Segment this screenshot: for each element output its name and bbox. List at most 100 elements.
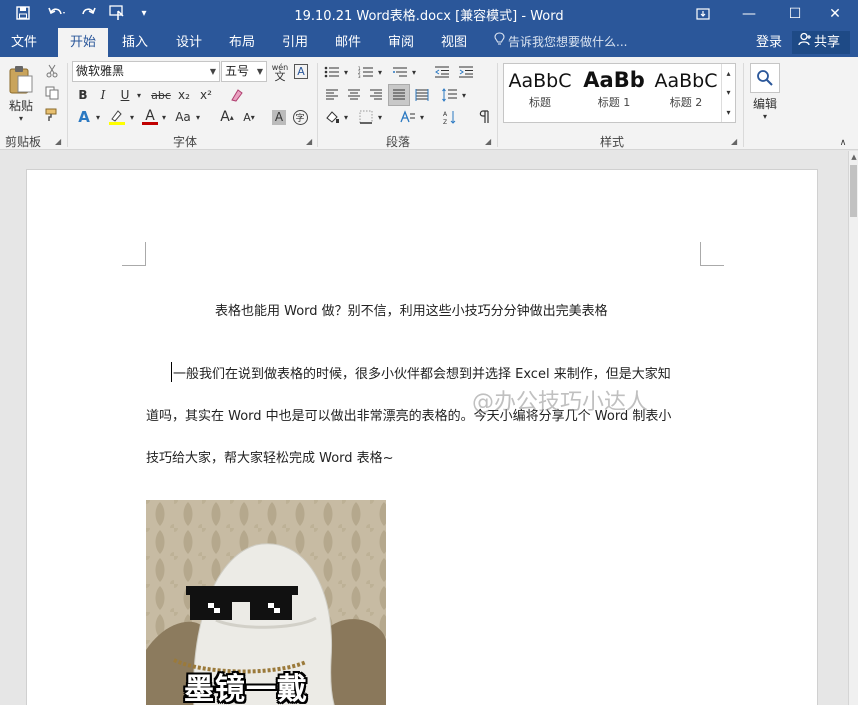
line-spacing-icon[interactable] xyxy=(440,85,460,105)
superscript-button[interactable]: x² xyxy=(196,85,216,105)
increase-indent-icon[interactable] xyxy=(456,63,476,81)
borders-dropdown-icon[interactable]: ▾ xyxy=(376,107,384,127)
redo-icon[interactable] xyxy=(78,2,100,24)
tab-design[interactable]: 设计 xyxy=(166,28,212,57)
bold-button[interactable]: B xyxy=(74,85,92,105)
character-shading-button[interactable]: A xyxy=(270,107,288,127)
bullets-icon[interactable] xyxy=(322,63,342,81)
scrollbar-thumb[interactable] xyxy=(850,165,857,217)
multilevel-list-icon[interactable] xyxy=(390,63,410,81)
highlight-color-icon[interactable] xyxy=(106,107,128,127)
touch-mode-icon[interactable] xyxy=(106,2,130,24)
login-link[interactable]: 登录 xyxy=(756,28,782,57)
font-group-label: 字体 xyxy=(173,135,198,149)
font-color-dropdown-icon[interactable]: ▾ xyxy=(160,107,168,127)
text-effects-icon[interactable]: A xyxy=(74,107,94,127)
font-color-bar xyxy=(142,121,158,125)
document-page[interactable]: 表格也能用 Word 做？别不信，利用这些小技巧分分钟做出完美表格 一般我们在说… xyxy=(26,169,818,705)
paragraph-launcher-icon[interactable]: ◢ xyxy=(485,137,491,146)
cut-icon[interactable] xyxy=(42,62,62,80)
paste-dropdown-icon[interactable]: ▾ xyxy=(15,113,27,123)
shading-dropdown-icon[interactable]: ▾ xyxy=(342,107,350,127)
italic-button[interactable]: I xyxy=(94,85,112,105)
justify-icon[interactable] xyxy=(388,84,410,106)
undo-icon[interactable] xyxy=(42,2,72,24)
style-heading-1[interactable]: AaBb 标题 1 xyxy=(578,64,650,122)
underline-dropdown-icon[interactable]: ▾ xyxy=(134,85,144,105)
tab-references[interactable]: 引用 xyxy=(272,28,318,57)
distributed-icon[interactable] xyxy=(412,85,432,105)
font-name-combo[interactable]: 微软雅黑 ▼ xyxy=(72,61,220,82)
font-color-icon[interactable]: A xyxy=(140,107,160,127)
shrink-font-button[interactable]: A ▾ xyxy=(240,107,258,127)
share-button[interactable]: 共享 xyxy=(792,31,850,54)
highlight-eraser-icon[interactable] xyxy=(226,85,246,105)
underline-button[interactable]: U xyxy=(116,85,134,105)
tab-home[interactable]: 开始 xyxy=(58,28,108,57)
font-size-combo[interactable]: 五号 ▼ xyxy=(221,61,267,82)
style-sample: AaBbC xyxy=(508,70,572,92)
minimize-button[interactable]: — xyxy=(726,0,772,28)
sort-icon[interactable]: AZ xyxy=(440,107,460,127)
collapse-ribbon-icon[interactable]: ∧ xyxy=(836,137,850,149)
align-center-icon[interactable] xyxy=(344,85,364,105)
paste-icon[interactable] xyxy=(4,61,38,99)
style-heading-2[interactable]: AaBbC 标题 2 xyxy=(650,64,722,122)
style-title[interactable]: AaBbC 标题 xyxy=(504,64,576,122)
styles-launcher-icon[interactable]: ◢ xyxy=(731,137,737,146)
decrease-indent-icon[interactable] xyxy=(432,63,452,81)
styles-scroll-down-icon[interactable]: ▾ xyxy=(721,83,735,102)
styles-more-icon[interactable]: ▾ xyxy=(721,102,735,122)
clipboard-launcher-icon[interactable]: ◢ xyxy=(55,137,61,146)
svg-text:A: A xyxy=(443,111,448,118)
meme-image[interactable]: 墨镜一戴 xyxy=(146,500,386,705)
line-spacing-dropdown-icon[interactable]: ▾ xyxy=(460,85,468,105)
tab-review[interactable]: 审阅 xyxy=(378,28,424,57)
vertical-scrollbar[interactable]: ▲ xyxy=(848,151,858,705)
shading-icon[interactable] xyxy=(322,107,342,127)
show-marks-icon[interactable] xyxy=(474,107,492,127)
paste-button[interactable]: 粘贴 xyxy=(2,97,40,113)
strikethrough-button[interactable]: abc xyxy=(148,85,174,105)
tell-me-search[interactable]: 告诉我您想要做什么... xyxy=(494,28,627,57)
copy-icon[interactable] xyxy=(42,84,62,102)
bullets-dropdown-icon[interactable]: ▾ xyxy=(342,63,350,81)
editing-button[interactable]: 编辑 xyxy=(746,95,784,111)
multilevel-dropdown-icon[interactable]: ▾ xyxy=(410,63,418,81)
character-shading-label: A xyxy=(272,109,286,125)
style-name: 标题 2 xyxy=(669,96,703,109)
editing-dropdown-icon[interactable]: ▾ xyxy=(760,111,770,121)
chinese-layout-dropdown-icon[interactable]: ▾ xyxy=(418,107,426,127)
tab-file[interactable]: 文件 xyxy=(0,28,48,57)
tab-view[interactable]: 视图 xyxy=(431,28,477,57)
styles-scroll-up-icon[interactable]: ▴ xyxy=(721,64,735,83)
numbering-icon[interactable]: 123 xyxy=(356,63,376,81)
scroll-up-icon[interactable]: ▲ xyxy=(849,153,858,161)
ribbon-display-icon[interactable] xyxy=(680,0,726,28)
highlight-dropdown-icon[interactable]: ▾ xyxy=(128,107,136,127)
tab-mailings[interactable]: 邮件 xyxy=(325,28,371,57)
chinese-layout-icon[interactable] xyxy=(398,107,418,127)
font-launcher-icon[interactable]: ◢ xyxy=(306,137,312,146)
enclose-characters-button[interactable]: 字 xyxy=(291,107,309,127)
align-left-icon[interactable] xyxy=(322,85,342,105)
tab-insert[interactable]: 插入 xyxy=(112,28,158,57)
phonetic-guide-button[interactable]: wén 文 xyxy=(270,61,290,82)
numbering-dropdown-icon[interactable]: ▾ xyxy=(376,63,384,81)
paragraph-line-1: 一般我们在说到做表格的时候，很多小伙伴都会想到并选择 Excel 来制作，但是大… xyxy=(173,367,671,382)
change-case-button[interactable]: Aa xyxy=(172,107,194,127)
customize-toolbar-icon[interactable]: ▾ xyxy=(136,2,152,24)
close-button[interactable]: ✕ xyxy=(812,0,858,28)
tab-layout[interactable]: 布局 xyxy=(219,28,265,57)
borders-icon[interactable] xyxy=(356,107,376,127)
align-right-icon[interactable] xyxy=(366,85,386,105)
change-case-dropdown-icon[interactable]: ▾ xyxy=(194,107,202,127)
subscript-button[interactable]: x₂ xyxy=(174,85,194,105)
search-icon[interactable] xyxy=(750,63,780,93)
clear-format-button[interactable]: A xyxy=(292,61,310,82)
save-icon[interactable] xyxy=(10,2,36,24)
text-effects-dropdown-icon[interactable]: ▾ xyxy=(94,107,102,127)
format-painter-icon[interactable] xyxy=(42,106,62,124)
text-cursor xyxy=(171,362,172,382)
grow-font-button[interactable]: A ▴ xyxy=(218,107,236,127)
